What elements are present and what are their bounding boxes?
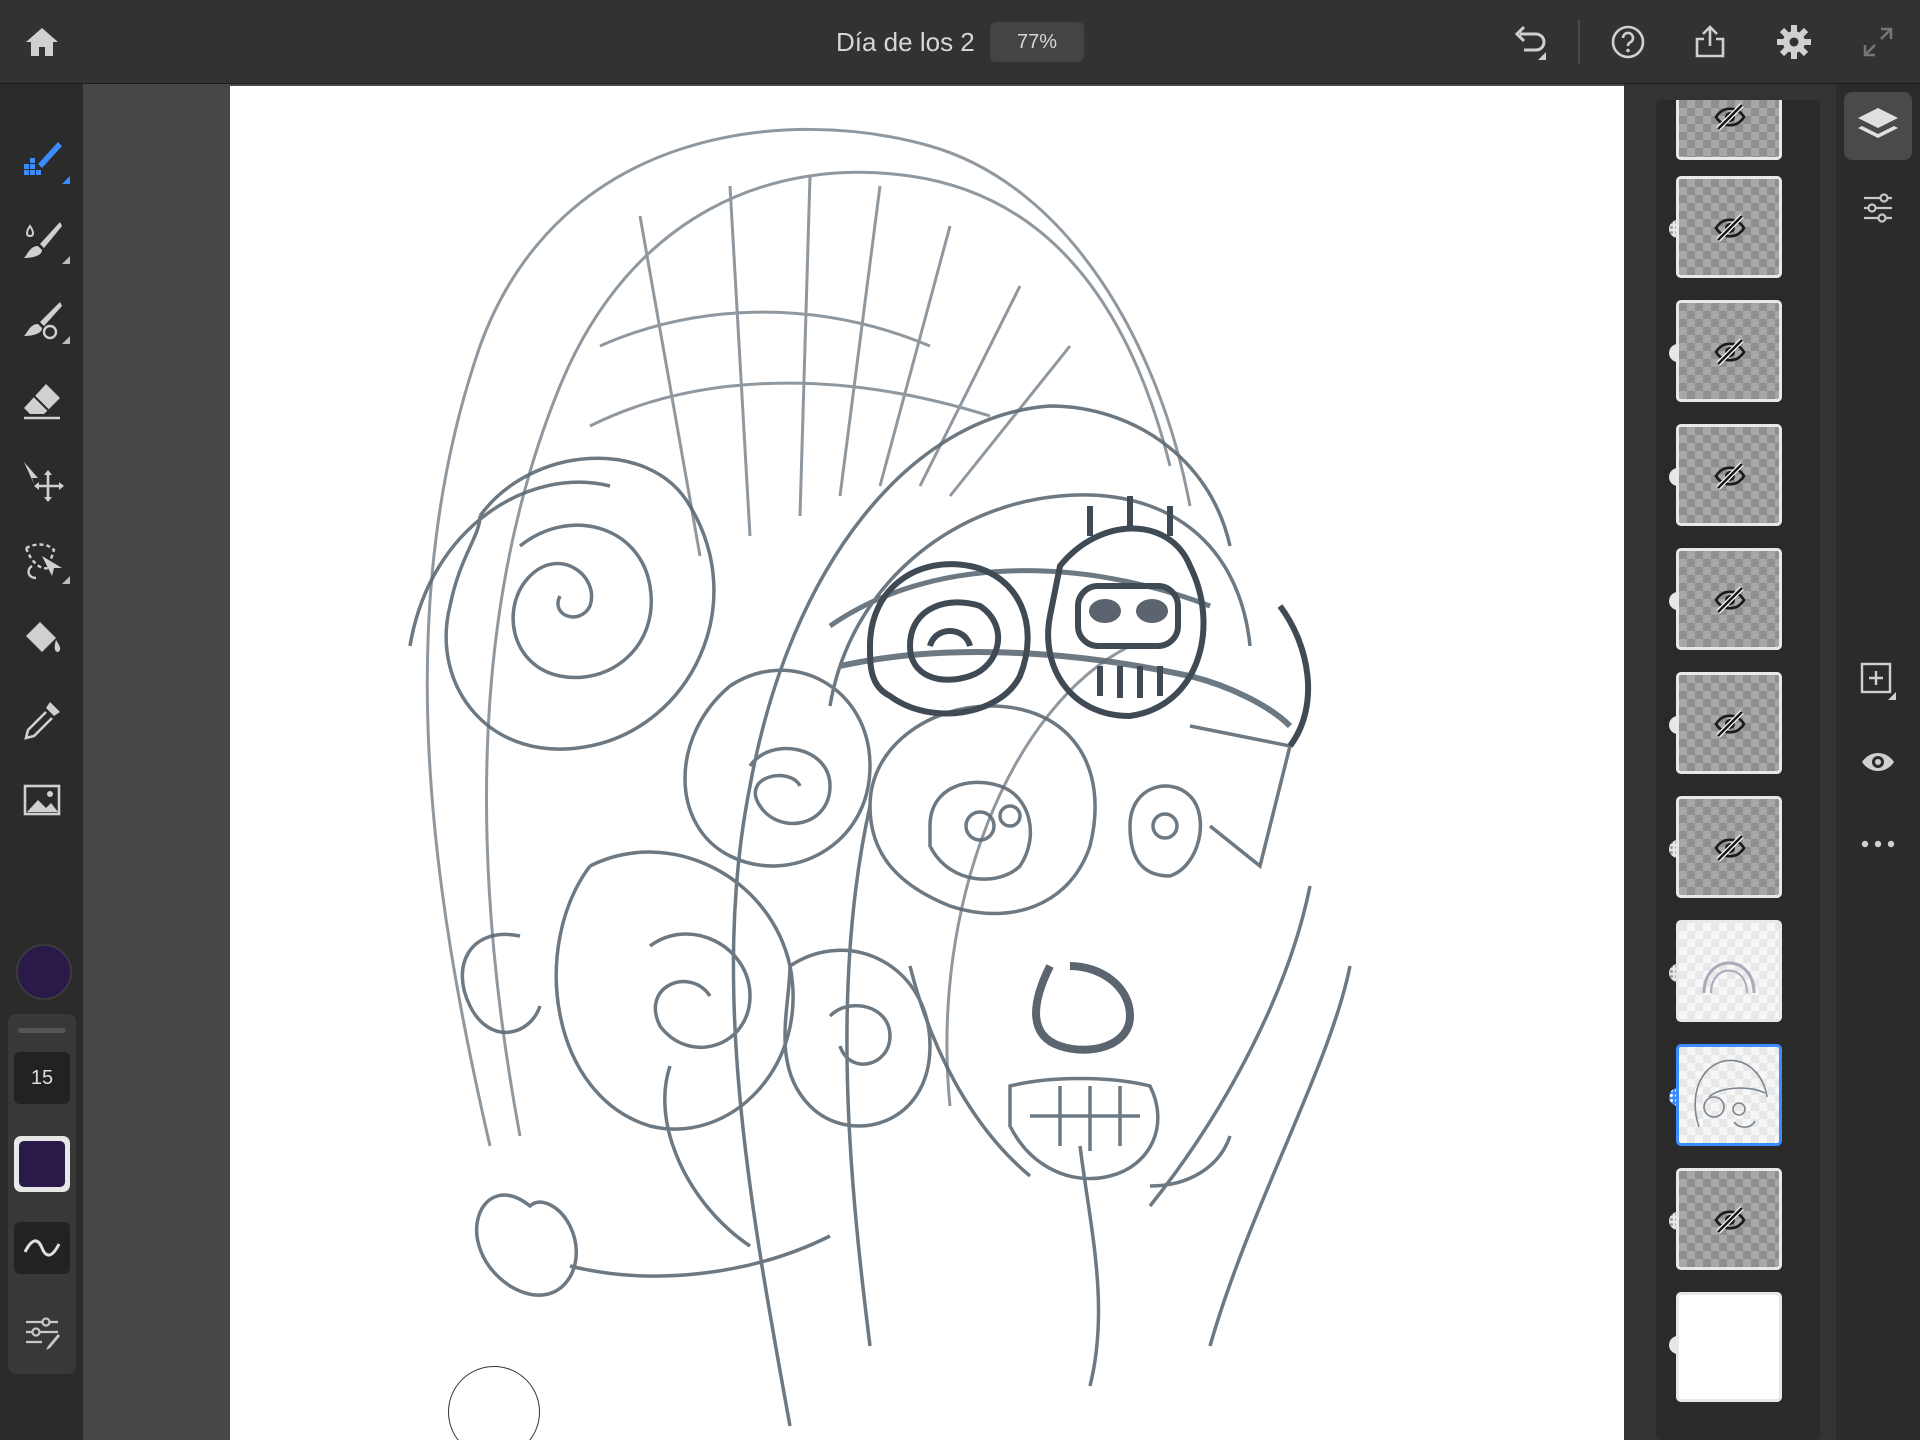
pixel-brush-icon [24,142,62,175]
eye-icon [1862,753,1894,771]
mixer-brush-tool[interactable] [12,290,72,350]
add-layer-icon [1860,662,1896,700]
undo-icon[interactable] [1508,20,1552,64]
layers-button[interactable] [1844,92,1912,160]
drawing-canvas[interactable] [230,86,1624,1440]
layer-thumbnail[interactable] [1676,300,1782,402]
right-rail [1836,84,1920,1440]
sketch-drawing [408,128,1352,1427]
layer-thumbnail[interactable] [1676,796,1782,898]
eraser-tool[interactable] [12,370,72,430]
layer-thumbnail[interactable] [1676,176,1782,278]
panel-grip[interactable] [18,1028,66,1033]
image-tool[interactable] [12,770,72,830]
hidden-eye-icon [1714,710,1746,738]
document-title[interactable]: Día de los 2 [836,22,975,62]
help-icon[interactable] [1606,20,1650,64]
layer-preview [1694,1059,1768,1128]
hidden-eye-icon [1714,338,1746,366]
layer-thumbnail[interactable] [1676,672,1782,774]
pixel-brush-tool[interactable] [12,130,72,190]
paint-bucket-icon [26,622,61,652]
share-icon[interactable] [1688,20,1732,64]
brush-settings-icon [26,1317,60,1350]
brush-stroke-icon [23,1239,61,1257]
sliders-icon [1864,193,1892,223]
hidden-eye-icon [1714,462,1746,490]
brush-size-field[interactable]: 15 [14,1052,70,1104]
layer-thumbnail[interactable] [1676,424,1782,526]
brush-color-swatch [19,1141,65,1187]
lasso-icon [24,543,62,580]
move-icon [24,462,64,502]
hidden-eye-icon [1714,1206,1746,1234]
gear-icon[interactable] [1772,20,1816,64]
layers-panel [1624,84,1836,1440]
more-icon [1861,840,1895,848]
visibility-button[interactable] [1844,728,1912,796]
layer-thumbnail[interactable] [1676,100,1782,160]
more-options-button[interactable] [1844,810,1912,878]
current-color-swatch[interactable] [16,944,72,1000]
fullscreen-icon[interactable] [1856,20,1900,64]
hidden-eye-icon [1714,214,1746,242]
brush-picker-button[interactable] [14,1222,70,1274]
layers-icon [1858,108,1898,138]
brush-properties-panel: 15 [8,1014,76,1374]
layer-thumbnail[interactable] [1676,1168,1782,1270]
live-brush-tool[interactable] [12,210,72,270]
home-icon[interactable] [20,20,64,64]
transform-tool[interactable] [12,450,72,510]
zoom-level[interactable]: 77% [990,22,1084,62]
watercolor-brush-icon [24,222,62,258]
hidden-eye-icon [1714,834,1746,862]
fill-tool[interactable] [12,610,72,670]
top-bar: Día de los 2 77% [0,0,1920,84]
selection-tool[interactable] [12,530,72,590]
eyedropper-tool[interactable] [12,690,72,750]
brush-settings-button[interactable] [14,1306,70,1358]
hidden-eye-icon [1714,586,1746,614]
layer-preview [1702,961,1756,994]
toolbar-divider [1578,20,1580,64]
add-layer-button[interactable] [1844,646,1912,714]
layer-thumbnail-selected[interactable] [1676,1044,1782,1146]
eyedropper-icon [24,702,60,740]
background-layer-thumbnail[interactable] [1676,1292,1782,1402]
left-toolbar: 15 [0,84,83,1440]
image-icon [23,784,61,816]
brush-color-button[interactable] [14,1136,70,1192]
hidden-eye-icon [1714,103,1746,131]
layer-thumbnail[interactable] [1676,920,1782,1022]
eraser-icon [24,384,60,420]
layer-properties-button[interactable] [1844,174,1912,242]
layer-thumbnail[interactable] [1676,548,1782,650]
mixer-brush-icon [24,302,62,340]
